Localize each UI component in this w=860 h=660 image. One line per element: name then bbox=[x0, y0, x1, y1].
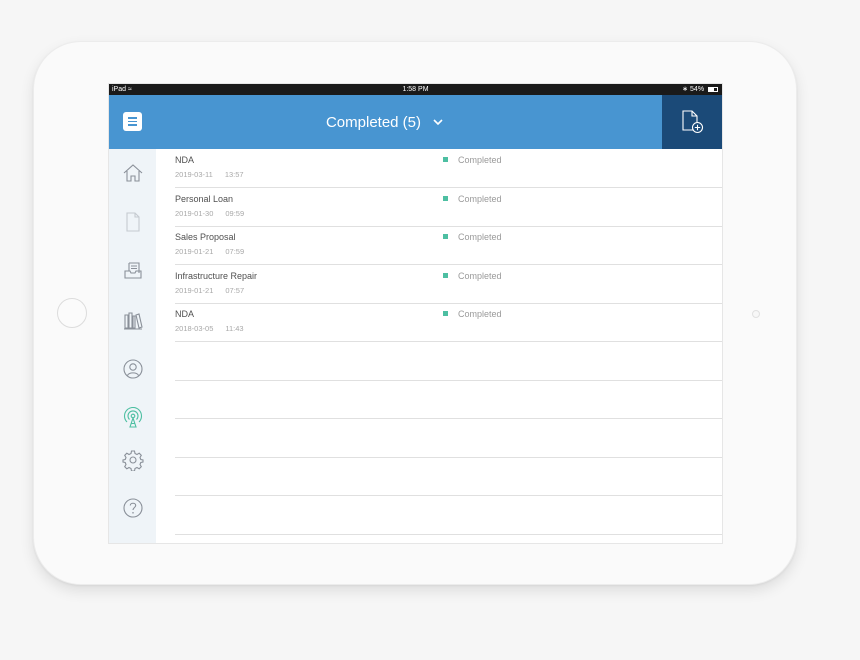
new-document-icon bbox=[682, 110, 704, 134]
document-timestamp: 2019-01-21 07:59 bbox=[175, 247, 245, 256]
inbox-icon[interactable] bbox=[122, 260, 144, 282]
broadcast-icon[interactable] bbox=[122, 407, 144, 429]
document-icon[interactable] bbox=[122, 211, 144, 233]
user-icon[interactable] bbox=[122, 358, 144, 380]
sidebar bbox=[109, 149, 156, 543]
filter-dropdown[interactable]: Completed (5) bbox=[109, 95, 662, 149]
battery-level: 54% bbox=[690, 86, 705, 93]
document-timestamp: 2019-01-21 07:57 bbox=[175, 285, 245, 295]
page-title: Completed (5) bbox=[325, 113, 422, 131]
list-item[interactable]: Personal Loan 2019-01-30 09:59 Completed bbox=[175, 188, 722, 227]
empty-row bbox=[175, 342, 722, 381]
battery-icon bbox=[708, 86, 718, 92]
gear-icon[interactable] bbox=[122, 449, 144, 471]
bluetooth-icon: ∗ bbox=[682, 86, 689, 93]
new-document-button[interactable] bbox=[662, 95, 722, 149]
document-name: Personal Loan bbox=[175, 193, 234, 204]
document-timestamp: 2019-01-30 09:59 bbox=[175, 208, 245, 218]
app-header: Completed (5) bbox=[109, 95, 722, 149]
empty-row bbox=[175, 380, 722, 419]
list-item[interactable]: NDA 2019-03-11 13:57 Completed bbox=[175, 149, 722, 188]
status-badge: Completed bbox=[443, 155, 502, 165]
document-name: Infrastructure Repair bbox=[175, 270, 258, 281]
home-button[interactable] bbox=[57, 298, 87, 328]
status-time: 1:58 PM bbox=[402, 86, 429, 93]
status-badge: Completed bbox=[443, 194, 502, 204]
status-badge: Completed bbox=[443, 271, 502, 281]
status-badge: Completed bbox=[443, 232, 502, 242]
chevron-down-icon bbox=[433, 119, 443, 126]
status-right: ∗ 54% bbox=[682, 84, 718, 95]
list-item[interactable]: NDA 2018-03-05 11:43 Completed bbox=[175, 303, 722, 342]
document-list: NDA 2019-03-11 13:57 Completed Personal L… bbox=[175, 149, 722, 543]
empty-row bbox=[175, 457, 722, 496]
home-icon[interactable] bbox=[122, 162, 144, 184]
document-timestamp: 2019-03-11 13:57 bbox=[175, 170, 244, 179]
empty-row bbox=[175, 496, 722, 535]
empty-row bbox=[175, 419, 722, 458]
document-name: NDA bbox=[175, 309, 195, 319]
document-name: Sales Proposal bbox=[175, 232, 236, 242]
document-name: NDA bbox=[175, 155, 195, 165]
list-item[interactable]: Infrastructure Repair 2019-01-21 07:57 Co… bbox=[175, 265, 722, 304]
document-timestamp: 2018-03-05 11:43 bbox=[175, 324, 244, 333]
camera bbox=[752, 310, 760, 318]
library-icon[interactable] bbox=[122, 309, 144, 331]
status-bar: iPad ≈ 1:58 PM ∗ 54% bbox=[109, 84, 722, 95]
list-item[interactable]: Sales Proposal 2019-01-21 07:59 Completed bbox=[175, 226, 722, 265]
help-icon[interactable] bbox=[122, 497, 144, 519]
status-badge: Completed bbox=[443, 309, 502, 319]
app-screen: iPad ≈ 1:58 PM ∗ 54% Completed (5) NDA 2… bbox=[108, 83, 723, 544]
